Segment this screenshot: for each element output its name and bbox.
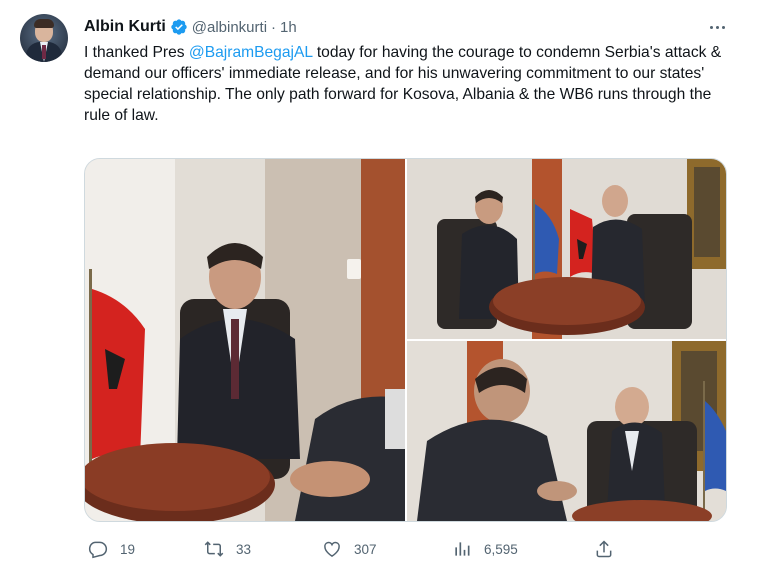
views-count: 6,595 xyxy=(484,541,518,557)
photo-3-image xyxy=(407,341,726,521)
author-name[interactable]: Albin Kurti xyxy=(84,18,166,36)
tweet-header: Albin Kurti @albinkurti · 1h xyxy=(84,16,297,38)
photo-1-image xyxy=(85,159,405,521)
verified-badge-icon xyxy=(171,19,187,35)
share-button[interactable] xyxy=(594,534,614,564)
tweet-text-before: I thanked Pres xyxy=(84,44,189,61)
retweet-button[interactable]: 33 xyxy=(204,534,251,564)
action-bar: 19 33 307 6,595 xyxy=(84,534,624,564)
mention-link[interactable]: @BajramBegajAL xyxy=(189,44,313,61)
photo-3[interactable] xyxy=(407,341,726,521)
author-handle[interactable]: @albinkurti xyxy=(192,19,267,36)
media-grid xyxy=(84,158,727,522)
share-icon xyxy=(596,540,612,558)
views-button[interactable]: 6,595 xyxy=(452,534,518,564)
photo-2-image xyxy=(407,159,726,339)
like-button[interactable]: 307 xyxy=(322,534,377,564)
like-count: 307 xyxy=(354,541,377,557)
tweet-text: I thanked Pres @BajramBegajAL today for … xyxy=(84,42,729,126)
reply-count: 19 xyxy=(120,541,136,557)
reply-icon xyxy=(88,541,108,559)
tweet-timestamp[interactable]: 1h xyxy=(280,19,297,36)
reply-button[interactable]: 19 xyxy=(88,534,135,564)
photo-2[interactable] xyxy=(407,159,726,339)
retweet-count: 33 xyxy=(236,541,252,557)
avatar[interactable] xyxy=(20,14,68,62)
photo-1[interactable] xyxy=(85,159,405,521)
retweet-icon xyxy=(204,541,224,557)
more-icon[interactable] xyxy=(706,18,728,36)
views-icon xyxy=(455,542,470,556)
heart-icon xyxy=(324,541,340,557)
separator-dot: · xyxy=(271,18,277,36)
tweet-card[interactable]: Albin Kurti @albinkurti · 1h I thanked P… xyxy=(0,0,767,578)
